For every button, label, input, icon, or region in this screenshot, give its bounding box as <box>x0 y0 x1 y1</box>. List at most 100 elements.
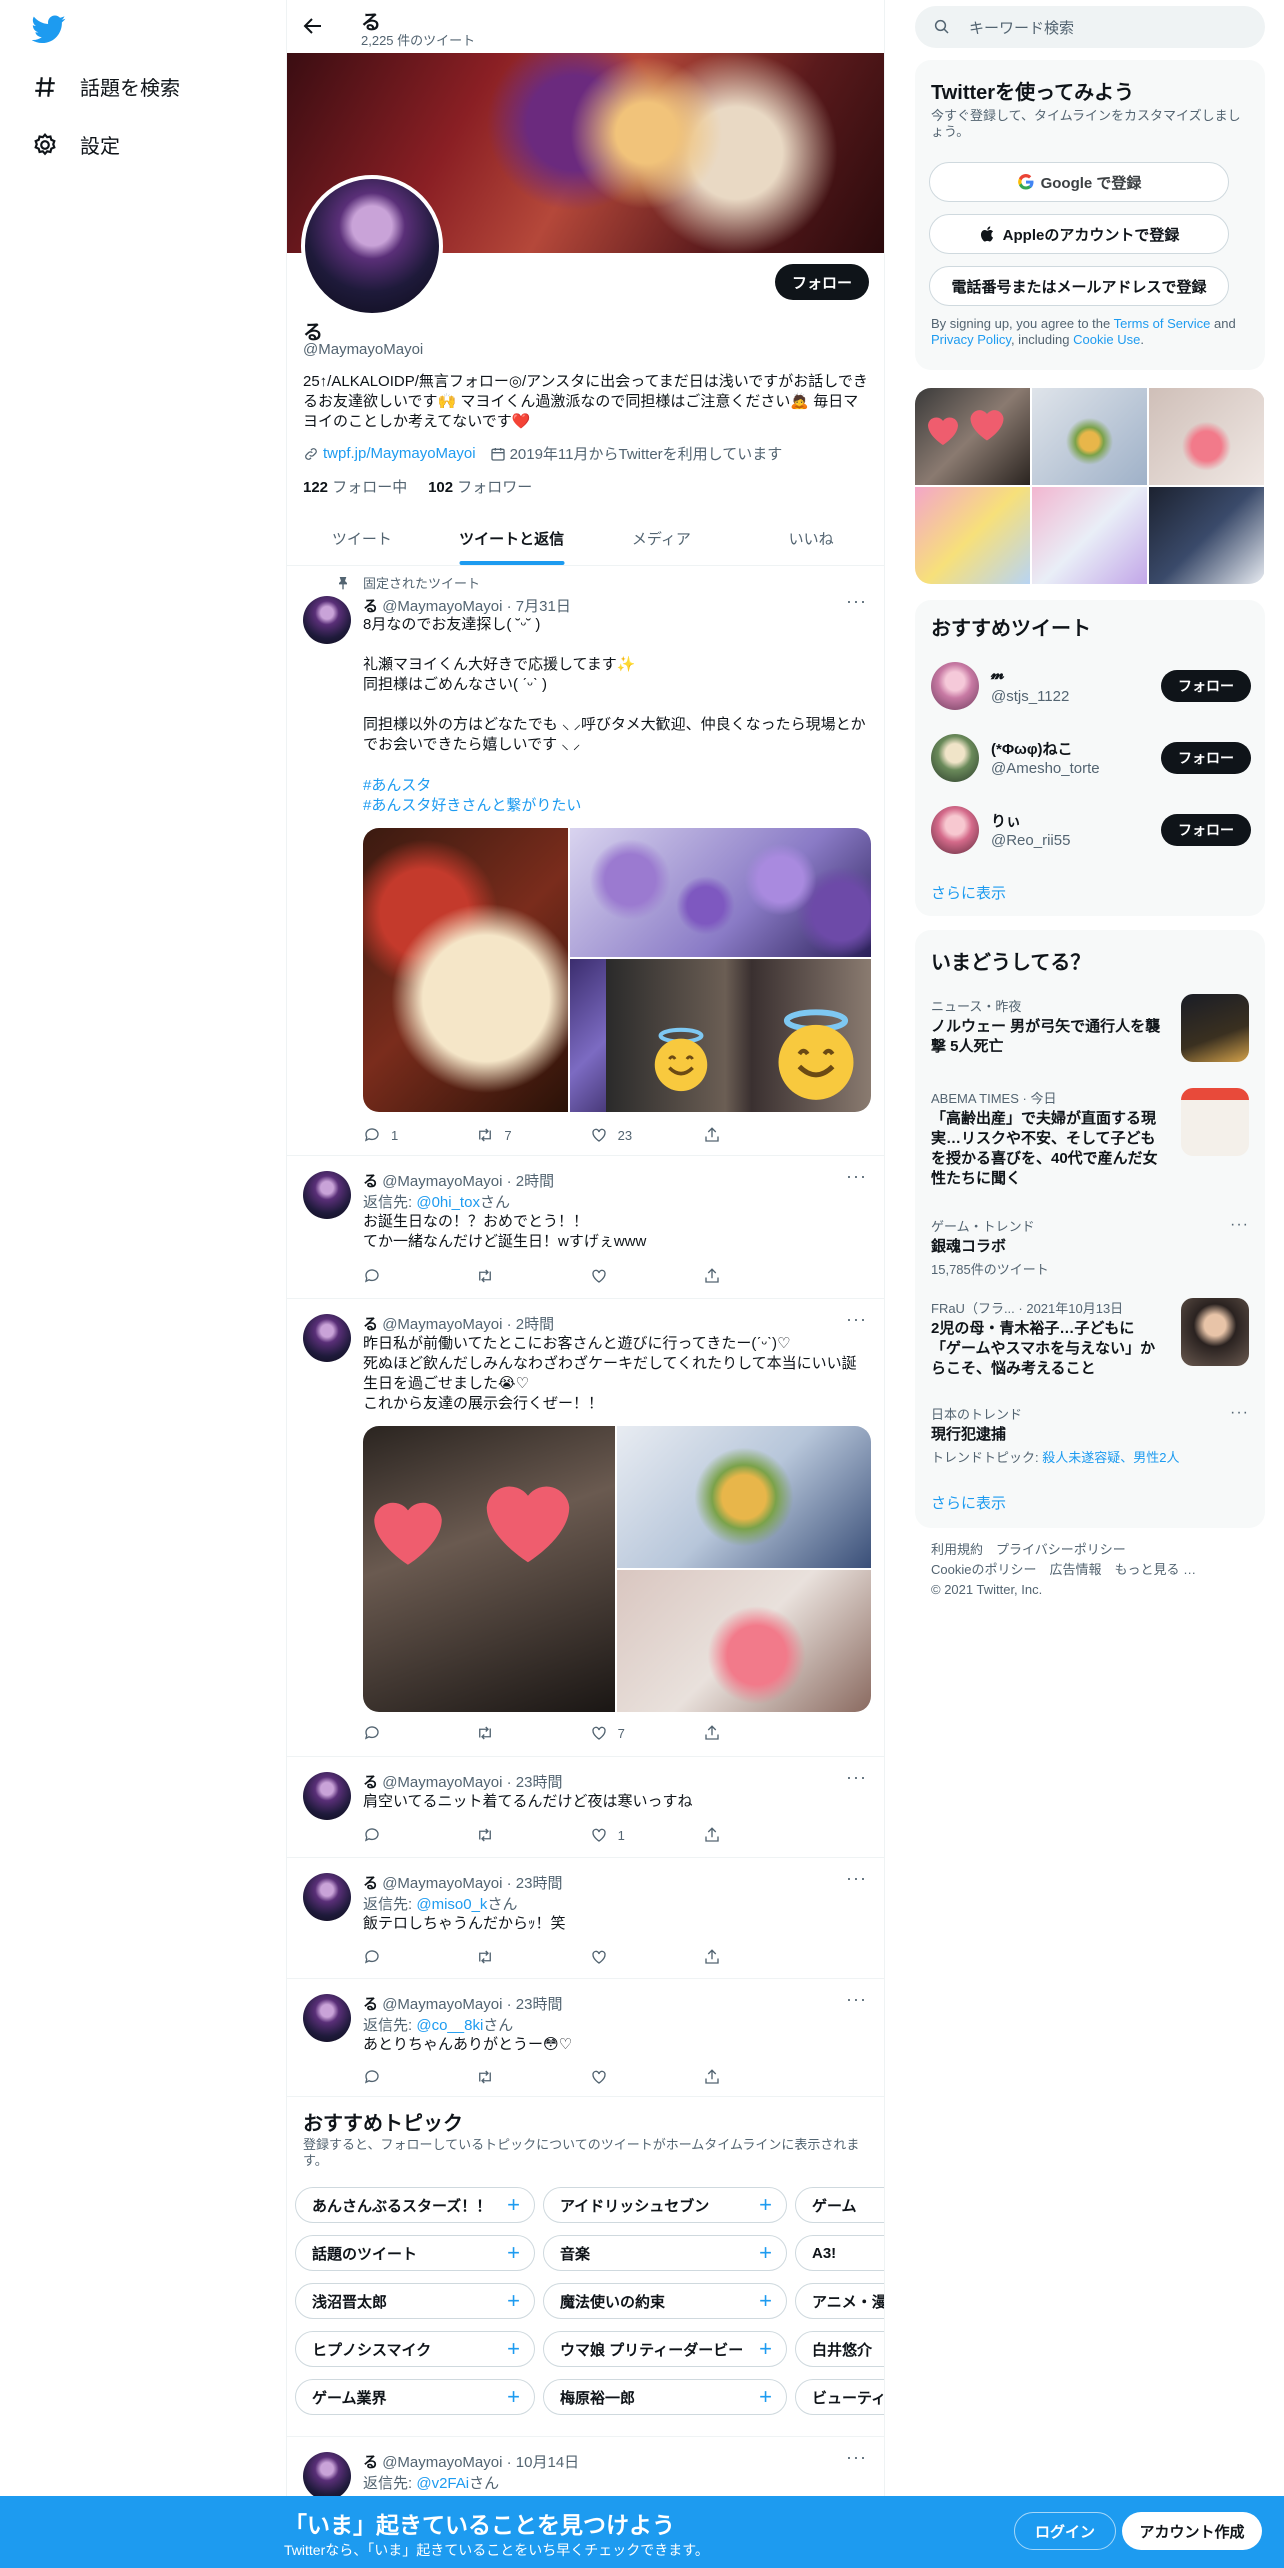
tweet-time[interactable]: 10月14日 <box>516 2454 579 2471</box>
retweet-button[interactable] <box>476 1826 556 1844</box>
create-account-button[interactable]: アカウント作成 <box>1122 2512 1262 2550</box>
trend-thumbnail[interactable] <box>1181 1088 1249 1156</box>
profile-avatar[interactable] <box>301 175 443 317</box>
hashtag-link[interactable]: #あんスタ <box>363 776 871 796</box>
back-arrow-icon[interactable] <box>301 14 325 38</box>
tweet-author-handle[interactable]: @MaymayoMayoi <box>382 1774 502 1791</box>
more-icon[interactable]: ··· <box>846 592 866 616</box>
topic-chip[interactable]: 浅沼晋太郎 + <box>295 2283 535 2319</box>
tweet-time[interactable]: 23時間 <box>516 1875 563 1892</box>
topic-chip[interactable]: アニメ・漫 <box>795 2283 884 2319</box>
trend-topic-links[interactable]: 殺人未遂容疑、男性2人 <box>1042 1450 1179 1465</box>
topic-chip[interactable]: 魔法使いの約束 + <box>543 2283 787 2319</box>
topic-chip[interactable]: ゲーム業界 + <box>295 2379 535 2415</box>
trend-item[interactable]: 日本のトレンド 現行犯逮捕 トレンドトピック: 殺人未遂容疑、男性2人 <box>931 1404 1251 1466</box>
media-food-photo[interactable] <box>617 1426 871 1568</box>
share-button[interactable] <box>703 2068 783 2086</box>
tweet-author-handle[interactable]: @MaymayoMayoi <box>382 1996 502 2013</box>
more-icon[interactable]: ··· <box>846 1869 866 1893</box>
search-input[interactable]: キーワード検索 <box>915 6 1265 48</box>
tweet-time[interactable]: 2時間 <box>516 1316 554 1333</box>
tweet-author-handle[interactable]: @MaymayoMayoi <box>382 1316 502 1333</box>
topic-chip[interactable]: A3! <box>795 2235 884 2271</box>
tab-likes[interactable]: いいね <box>736 512 884 565</box>
tweet[interactable]: る @MaymayoMayoi · 2時間 ··· 昨日私が前働いてたとこにお客… <box>287 1300 884 1757</box>
tweet-author-name[interactable]: る <box>363 1774 378 1791</box>
tweet-author-name[interactable]: る <box>363 2454 378 2471</box>
avatar[interactable] <box>931 734 979 782</box>
avatar[interactable] <box>303 1314 351 1362</box>
phone-email-signup-button[interactable]: 電話番号またはメールアドレスで登録 <box>929 266 1229 306</box>
tweet[interactable]: る @MaymayoMayoi · 23時間 ··· 返信先: @miso0_k… <box>287 1859 884 1979</box>
reply-to-link[interactable]: @v2FAi <box>416 2475 469 2492</box>
trend-thumbnail[interactable] <box>1181 994 1249 1062</box>
avatar[interactable] <box>303 1772 351 1820</box>
trend-item[interactable]: ゲーム・トレンド 銀魂コラボ 15,785件のツイート <box>931 1216 1251 1278</box>
tab-media[interactable]: メディア <box>587 512 737 565</box>
share-button[interactable] <box>703 1126 783 1144</box>
media-thumbnail[interactable] <box>1149 388 1264 485</box>
retweet-button[interactable] <box>476 2068 556 2086</box>
topic-chip[interactable]: 梅原裕一郎 + <box>543 2379 787 2415</box>
retweet-button[interactable] <box>476 1948 556 1966</box>
tweet-pinned[interactable]: 固定されたツイート る @MaymayoMayoi · 7月31日 ··· 8月… <box>287 566 884 1156</box>
reply-button[interactable] <box>363 1724 443 1742</box>
tweet-time[interactable]: 23時間 <box>516 1774 563 1791</box>
topic-chip[interactable]: 音楽 + <box>543 2235 787 2271</box>
reply-button[interactable] <box>363 2068 443 2086</box>
trend-item[interactable]: FRaU（フラ... · 2021年10月13日 2児の母・青木裕子…子どもに「… <box>931 1298 1161 1379</box>
like-button[interactable] <box>590 1267 670 1285</box>
follow-button[interactable]: フォロー <box>1161 814 1251 846</box>
share-button[interactable] <box>703 1826 783 1844</box>
tweet-author-handle[interactable]: @MaymayoMayoi <box>382 2454 502 2471</box>
media-cake-photo[interactable] <box>363 828 568 1112</box>
profile-link[interactable]: twpf.jp/MaymayoMayoi <box>323 445 476 462</box>
trend-thumbnail[interactable] <box>1181 1298 1249 1366</box>
follow-button[interactable]: フォロー <box>1161 742 1251 774</box>
topic-chip[interactable]: ウマ娘 プリティーダービー + <box>543 2331 787 2367</box>
media-thumbnail[interactable] <box>915 487 1030 584</box>
tweet-author-name[interactable]: る <box>363 1875 378 1892</box>
show-more-link[interactable]: さらに表示 <box>931 882 1006 903</box>
reply-button[interactable] <box>363 1948 443 1966</box>
tweet-time[interactable]: 23時間 <box>516 1996 563 2013</box>
topic-chip[interactable]: ヒプノシスマイク + <box>295 2331 535 2367</box>
tweet-author-name[interactable]: る <box>363 598 378 615</box>
topic-chip[interactable]: 話題のツイート + <box>295 2235 535 2271</box>
more-icon[interactable]: ··· <box>846 2448 866 2472</box>
media-badges-photo[interactable] <box>570 828 871 957</box>
media-selfie-photo[interactable] <box>606 959 871 1112</box>
tweet-author-handle[interactable]: @MaymayoMayoi <box>382 1173 502 1190</box>
share-button[interactable] <box>703 1948 783 1966</box>
share-button[interactable] <box>703 1724 783 1742</box>
media-thumbnail[interactable] <box>1149 487 1264 584</box>
footer-links-row[interactable]: 利用規約 プライバシーポリシー <box>931 1540 1251 1560</box>
tweet-author-name[interactable]: る <box>363 1996 378 2013</box>
tweet-author-name[interactable]: る <box>363 1173 378 1190</box>
tweet-media-grid[interactable] <box>363 1426 871 1712</box>
google-signup-button[interactable]: Google で登録 <box>929 162 1229 202</box>
like-button[interactable] <box>590 2068 670 2086</box>
avatar[interactable] <box>303 1873 351 1921</box>
tweet-author-handle[interactable]: @MaymayoMayoi <box>382 1875 502 1892</box>
tweet[interactable]: る @MaymayoMayoi · 2時間 ··· 返信先: @0hi_toxさ… <box>287 1157 884 1299</box>
reply-button[interactable]: 1 <box>363 1126 443 1144</box>
tweet-author-name[interactable]: る <box>363 1316 378 1333</box>
reply-button[interactable] <box>363 1826 443 1844</box>
following-link[interactable]: 122 フォロー中 <box>303 479 407 496</box>
follow-button[interactable]: フォロー <box>1161 670 1251 702</box>
login-button[interactable]: ログイン <box>1014 2512 1116 2550</box>
tweet[interactable]: る @MaymayoMayoi · 23時間 ··· 肩空いてるニット着てるんだ… <box>287 1758 884 1858</box>
footer-links-row[interactable]: Cookieのポリシー 広告情報 もっと見る … <box>931 1560 1251 1580</box>
media-birthday-cake-photo[interactable] <box>617 1570 871 1712</box>
reply-to-link[interactable]: @co__8ki <box>416 2017 483 2034</box>
follow-button[interactable]: フォロー <box>775 264 869 300</box>
more-icon[interactable]: ··· <box>846 1167 866 1191</box>
more-icon[interactable]: ··· <box>1230 1404 1249 1422</box>
suggested-user[interactable]: (*Φωφ)ねこ @Amesho_torte フォロー <box>931 734 1251 794</box>
topic-chip[interactable]: ゲーム <box>795 2187 884 2223</box>
topic-chip[interactable]: ビューティ <box>795 2379 884 2415</box>
cookie-use-link[interactable]: Cookie Use <box>1073 332 1140 347</box>
media-thumbnail[interactable] <box>915 388 1030 485</box>
like-button[interactable]: 23 <box>590 1126 670 1144</box>
